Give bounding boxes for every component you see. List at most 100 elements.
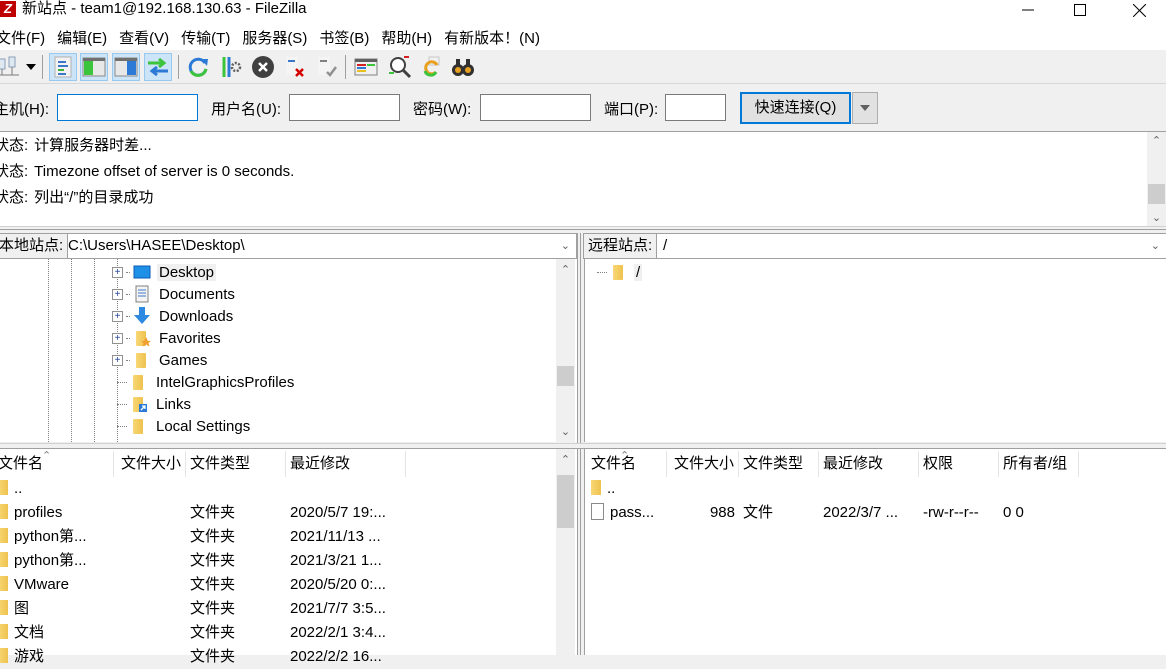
column-header-filesize[interactable]: 文件大小 xyxy=(667,451,739,477)
toolbar-separator xyxy=(178,55,179,79)
quickconnect-button[interactable]: 快速连接(Q) xyxy=(740,92,851,124)
column-header-filetype[interactable]: 文件类型 xyxy=(186,451,286,477)
local-tree-scrollbar-thumb[interactable] xyxy=(557,366,574,386)
log-scrollbar[interactable]: ⌃ ⌄ xyxy=(1147,132,1166,226)
tree-item-label: Links xyxy=(156,395,192,413)
column-header-filename[interactable]: 文件名 ⌃ xyxy=(587,450,667,477)
toggle-local-tree-button[interactable] xyxy=(80,53,108,81)
local-file-row[interactable]: 图 文件夹 2021/7/7 3:5... xyxy=(0,597,406,621)
toggle-transfer-queue-button[interactable] xyxy=(144,53,172,81)
tree-item-root[interactable]: / xyxy=(597,261,643,283)
expand-icon[interactable]: + xyxy=(112,332,123,344)
folder-icon xyxy=(0,624,8,639)
menu-bookmarks[interactable]: 书签(B) xyxy=(313,28,375,50)
menu-file[interactable]: 文件(F) xyxy=(0,28,51,50)
column-header-filename[interactable]: 文件名 ⌃ xyxy=(0,450,114,477)
reconnect-button[interactable] xyxy=(313,53,341,81)
refresh-button[interactable] xyxy=(184,53,212,81)
column-header-owner-group[interactable]: 所有者/组 xyxy=(999,451,1079,477)
menu-edit[interactable]: 编辑(E) xyxy=(51,28,113,50)
minimize-button[interactable] xyxy=(1005,0,1051,20)
port-input[interactable] xyxy=(665,94,726,121)
site-manager-dropdown[interactable] xyxy=(22,53,40,81)
cancel-operation-button[interactable] xyxy=(249,53,277,81)
tree-item-favorites[interactable]: + Favorites xyxy=(112,327,223,349)
tree-item-downloads[interactable]: + Downloads xyxy=(112,305,235,327)
file-type-cell: 文件夹 xyxy=(190,576,236,593)
disconnect-button[interactable] xyxy=(281,53,309,81)
local-file-row[interactable]: 文档 文件夹 2022/2/1 3:4... xyxy=(0,621,406,645)
column-header-permissions[interactable]: 权限 xyxy=(919,451,999,477)
tree-item-label: Documents xyxy=(159,285,235,303)
column-header-modified[interactable]: 最近修改 xyxy=(286,451,406,477)
column-header-filetype[interactable]: 文件类型 xyxy=(739,451,819,477)
scroll-up-icon[interactable]: ⌃ xyxy=(1147,132,1166,149)
column-header-filesize[interactable]: 文件大小 xyxy=(114,451,186,477)
local-tree-scrollbar[interactable]: ⌃ ⌄ xyxy=(556,259,575,442)
local-file-row[interactable]: profiles 文件夹 2020/5/7 19:... xyxy=(0,501,406,525)
local-file-list-scrollbar[interactable]: ⌃ xyxy=(556,449,575,655)
scroll-down-icon[interactable]: ⌄ xyxy=(1147,209,1166,226)
local-file-row[interactable]: python第... 文件夹 2021/11/13 ... xyxy=(0,525,406,549)
menu-server[interactable]: 服务器(S) xyxy=(236,28,313,50)
local-file-row[interactable]: .. xyxy=(0,477,406,501)
menu-help[interactable]: 帮助(H) xyxy=(375,28,438,50)
remote-file-row[interactable]: .. xyxy=(587,477,1079,501)
scroll-up-icon[interactable]: ⌃ xyxy=(556,451,575,468)
column-header-modified[interactable]: 最近修改 xyxy=(819,451,919,477)
toolbar-separator xyxy=(42,55,43,79)
tree-item-documents[interactable]: + Documents xyxy=(112,283,237,305)
file-name-cell: .. xyxy=(0,477,114,501)
expand-icon[interactable]: + xyxy=(112,354,123,366)
remote-file-row[interactable]: pass... 988 文件 2022/3/7 ... -rw-r--r-- 0 0 xyxy=(587,501,1079,525)
close-button[interactable] xyxy=(1116,0,1162,20)
refresh-icon xyxy=(188,57,208,77)
log-scrollbar-thumb[interactable] xyxy=(1148,184,1165,204)
file-modified-cell: 2020/5/20 0:... xyxy=(290,576,386,593)
host-input[interactable] xyxy=(57,94,198,121)
local-file-row[interactable]: python第... 文件夹 2021/3/21 1... xyxy=(0,549,406,573)
local-file-list-scrollbar-thumb[interactable] xyxy=(557,475,574,528)
directory-listing-filters-button[interactable] xyxy=(352,53,380,81)
password-input[interactable] xyxy=(480,94,591,121)
local-tree-icon xyxy=(82,57,106,77)
menu-transfer[interactable]: 传输(T) xyxy=(175,28,236,50)
log-status-label: 状态: xyxy=(0,137,29,154)
menu-new-version[interactable]: 有新版本！(N) xyxy=(438,28,546,50)
remote-tree-icon xyxy=(114,57,138,77)
file-permissions-cell: -rw-r--r-- xyxy=(923,504,979,521)
log-splitter[interactable] xyxy=(0,226,1166,230)
local-path-input[interactable]: C:\Users\HASEE\Desktop\ xyxy=(68,234,245,258)
quickconnect-history-dropdown[interactable] xyxy=(852,92,878,124)
local-file-row[interactable]: VMware 文件夹 2020/5/20 0:... xyxy=(0,573,406,597)
toggle-remote-tree-button[interactable] xyxy=(112,53,140,81)
expand-icon[interactable]: + xyxy=(112,310,123,322)
menu-view[interactable]: 查看(V) xyxy=(113,28,175,50)
directory-comparison-button[interactable] xyxy=(386,53,414,81)
scroll-down-icon[interactable]: ⌄ xyxy=(556,423,575,440)
tree-item-local-settings[interactable]: Local Settings xyxy=(117,415,252,437)
file-size-cell xyxy=(114,477,186,501)
scroll-up-icon[interactable]: ⌃ xyxy=(556,261,575,278)
remote-path-input[interactable]: / xyxy=(663,234,667,258)
tree-item-intelgraphicsprofiles[interactable]: IntelGraphicsProfiles xyxy=(117,371,296,393)
process-queue-button[interactable] xyxy=(217,53,245,81)
tree-item-desktop[interactable]: + Desktop xyxy=(112,261,217,283)
local-path-dropdown-icon[interactable]: ⌄ xyxy=(561,234,570,258)
links-folder-icon xyxy=(130,395,148,413)
file-modified-cell: 2022/2/2 16... xyxy=(290,648,382,665)
username-input[interactable] xyxy=(289,94,400,121)
tree-item-label: Local Settings xyxy=(156,417,251,435)
local-file-row[interactable]: 游戏 文件夹 2022/2/2 16... xyxy=(0,645,406,669)
search-remote-files-button[interactable] xyxy=(449,53,477,81)
tree-item-links[interactable]: Links xyxy=(117,393,193,415)
synchronized-browsing-button[interactable] xyxy=(417,53,445,81)
tree-item-games[interactable]: + Games xyxy=(112,349,209,371)
reconnect-icon xyxy=(318,57,337,77)
maximize-button[interactable] xyxy=(1057,0,1103,20)
remote-path-dropdown-icon[interactable]: ⌄ xyxy=(1151,234,1160,258)
expand-icon[interactable]: + xyxy=(112,266,123,278)
site-manager-button[interactable] xyxy=(0,53,22,81)
expand-icon[interactable]: + xyxy=(112,288,123,300)
toggle-message-log-button[interactable] xyxy=(49,53,77,81)
